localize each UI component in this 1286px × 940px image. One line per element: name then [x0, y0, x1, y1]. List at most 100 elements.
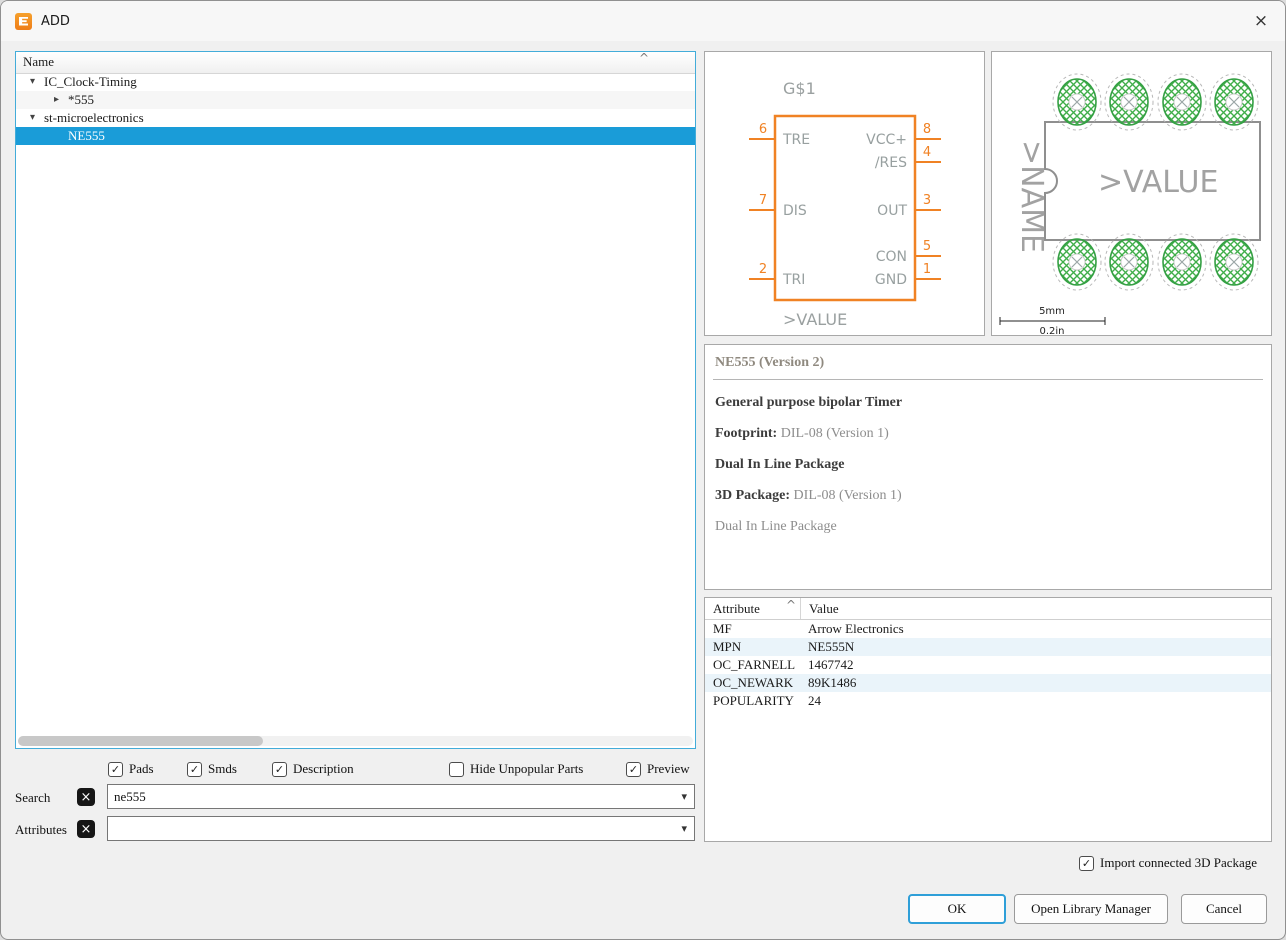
checkmark-icon: ✓	[111, 764, 120, 775]
attributes-input[interactable]	[108, 817, 668, 840]
hide-unpopular-checkbox-label[interactable]: Hide Unpopular Parts	[470, 761, 583, 777]
expand-arrow-icon[interactable]: ▾	[30, 112, 35, 123]
footprint-label: Footprint:	[715, 426, 777, 441]
attribute-value: 24	[800, 692, 1271, 710]
attribute-name: OC_NEWARK	[705, 675, 800, 691]
footprint-preview-panel: >NAME >VALUE 5mm 0.2in	[991, 51, 1272, 336]
pin-name: TRI	[782, 272, 805, 288]
smds-checkbox[interactable]: ✓	[187, 762, 202, 777]
symbol-preview-panel: G$1 6 7 2 8 4 3 5 1 TRE DIS TRI VCC+ /RE…	[704, 51, 985, 336]
preview-filter: ✓ Preview	[626, 761, 690, 777]
import-3d-label[interactable]: Import connected 3D Package	[1100, 855, 1257, 871]
table-row: OC_FARNELL 1467742	[705, 656, 1271, 674]
hide-unpopular-checkbox[interactable]	[449, 762, 464, 777]
table-row: MF Arrow Electronics	[705, 620, 1271, 638]
attribute-name: MPN	[705, 639, 800, 655]
attribute-table-header[interactable]: Attribute ^ Value	[705, 598, 1271, 620]
pin-name: DIS	[783, 203, 807, 219]
pin-number: 8	[923, 122, 931, 137]
tree-item-label: st-microelectronics	[44, 110, 144, 126]
header-attribute[interactable]: Attribute ^	[705, 601, 800, 617]
pin-name: CON	[876, 249, 907, 265]
add-dialog: ADD × Name ^ ▾ IC_Clock-Timing ▸ *555 ▾ …	[0, 0, 1286, 940]
footprint-description: Dual In Line Package	[715, 457, 1261, 473]
table-row: OC_NEWARK 89K1486	[705, 674, 1271, 692]
close-icon[interactable]: ×	[1245, 6, 1277, 36]
pad	[1210, 234, 1258, 290]
pin-number: 6	[759, 122, 767, 137]
pad	[1105, 234, 1153, 290]
attribute-value: Arrow Electronics	[800, 620, 1271, 638]
part-summary: General purpose bipolar Timer	[715, 395, 1261, 411]
tree-header-label: Name	[23, 54, 54, 70]
tree-item-555[interactable]: ▸ *555	[16, 91, 695, 109]
scale-in-label: 0.2in	[1039, 326, 1064, 335]
footprint-value: DIL-08 (Version 1)	[777, 426, 889, 441]
divider	[713, 379, 1263, 380]
attribute-name: POPULARITY	[705, 693, 800, 709]
scale-mm-label: 5mm	[1039, 306, 1065, 317]
tree-item-ic-clock-timing[interactable]: ▾ IC_Clock-Timing	[16, 73, 695, 91]
attributes-combobox[interactable]: ▾	[107, 816, 695, 841]
tree-column-header[interactable]: Name ^	[16, 52, 695, 74]
attribute-table-panel: Attribute ^ Value MF Arrow Electronics M…	[704, 597, 1272, 842]
chevron-down-icon[interactable]: ▾	[681, 790, 687, 803]
pad	[1053, 234, 1101, 290]
description-checkbox-label[interactable]: Description	[293, 761, 354, 777]
pin-number: 1	[923, 262, 931, 277]
preview-checkbox-label[interactable]: Preview	[647, 761, 690, 777]
attribute-value: NE555N	[800, 638, 1271, 656]
pin-name: GND	[875, 272, 907, 288]
package3d-value: DIL-08 (Version 1)	[790, 488, 902, 503]
tree-item-ne555-selected[interactable]: NE555	[16, 127, 695, 145]
attribute-value: 89K1486	[800, 674, 1271, 692]
symbol-value-placeholder: >VALUE	[783, 310, 847, 329]
footprint-line: Footprint: DIL-08 (Version 1)	[715, 426, 1261, 442]
scale-bar	[1000, 317, 1105, 325]
checkmark-icon: ✓	[1082, 858, 1091, 869]
horizontal-scrollbar[interactable]	[18, 736, 693, 746]
search-label: Search	[15, 790, 50, 806]
package3d-line: 3D Package: DIL-08 (Version 1)	[715, 488, 1261, 504]
search-clear-icon[interactable]: ×	[77, 788, 95, 806]
symbol-designator: G$1	[783, 79, 816, 98]
hide-unpopular-filter: Hide Unpopular Parts	[449, 761, 583, 777]
search-combobox[interactable]: ▾	[107, 784, 695, 809]
expand-arrow-icon[interactable]: ▸	[54, 94, 59, 105]
smds-checkbox-label[interactable]: Smds	[208, 761, 237, 777]
cancel-button[interactable]: Cancel	[1181, 894, 1267, 924]
pin-name: VCC+	[866, 132, 907, 148]
ok-button[interactable]: OK	[908, 894, 1006, 924]
attributes-clear-icon[interactable]: ×	[77, 820, 95, 838]
preview-checkbox[interactable]: ✓	[626, 762, 641, 777]
search-input[interactable]	[108, 785, 668, 808]
package3d-description: Dual In Line Package	[715, 519, 1261, 535]
checkmark-icon: ✓	[629, 764, 638, 775]
chevron-down-icon[interactable]: ▾	[681, 822, 687, 835]
tree-item-st-microelectronics[interactable]: ▾ st-microelectronics	[16, 109, 695, 127]
tree-item-label: NE555	[68, 128, 105, 144]
pin-number: 4	[923, 145, 931, 160]
pads-checkbox[interactable]: ✓	[108, 762, 123, 777]
pin-name: TRE	[782, 132, 810, 148]
description-checkbox[interactable]: ✓	[272, 762, 287, 777]
expand-arrow-icon[interactable]: ▾	[30, 76, 35, 87]
open-library-manager-button[interactable]: Open Library Manager	[1014, 894, 1168, 924]
pad	[1158, 234, 1206, 290]
import-3d-checkbox[interactable]: ✓	[1079, 856, 1094, 871]
pads-checkbox-label[interactable]: Pads	[129, 761, 154, 777]
symbol-preview: G$1 6 7 2 8 4 3 5 1 TRE DIS TRI VCC+ /RE…	[705, 52, 984, 335]
pads-filter: ✓ Pads	[108, 761, 154, 777]
scrollbar-thumb[interactable]	[18, 736, 263, 746]
description-filter: ✓ Description	[272, 761, 354, 777]
description-panel: NE555 (Version 2) General purpose bipola…	[704, 344, 1272, 590]
footprint-value-placeholder: >VALUE	[1098, 165, 1218, 200]
window-title: ADD	[41, 14, 70, 29]
footprint-name-placeholder: >NAME	[1014, 140, 1049, 253]
attribute-name: OC_FARNELL	[705, 657, 800, 673]
pin-number: 2	[759, 262, 767, 277]
sort-indicator-icon: ^	[786, 598, 796, 612]
attributes-label: Attributes	[15, 822, 67, 838]
header-value[interactable]: Value	[800, 598, 1271, 619]
import-3d-group: ✓ Import connected 3D Package	[1079, 855, 1257, 871]
